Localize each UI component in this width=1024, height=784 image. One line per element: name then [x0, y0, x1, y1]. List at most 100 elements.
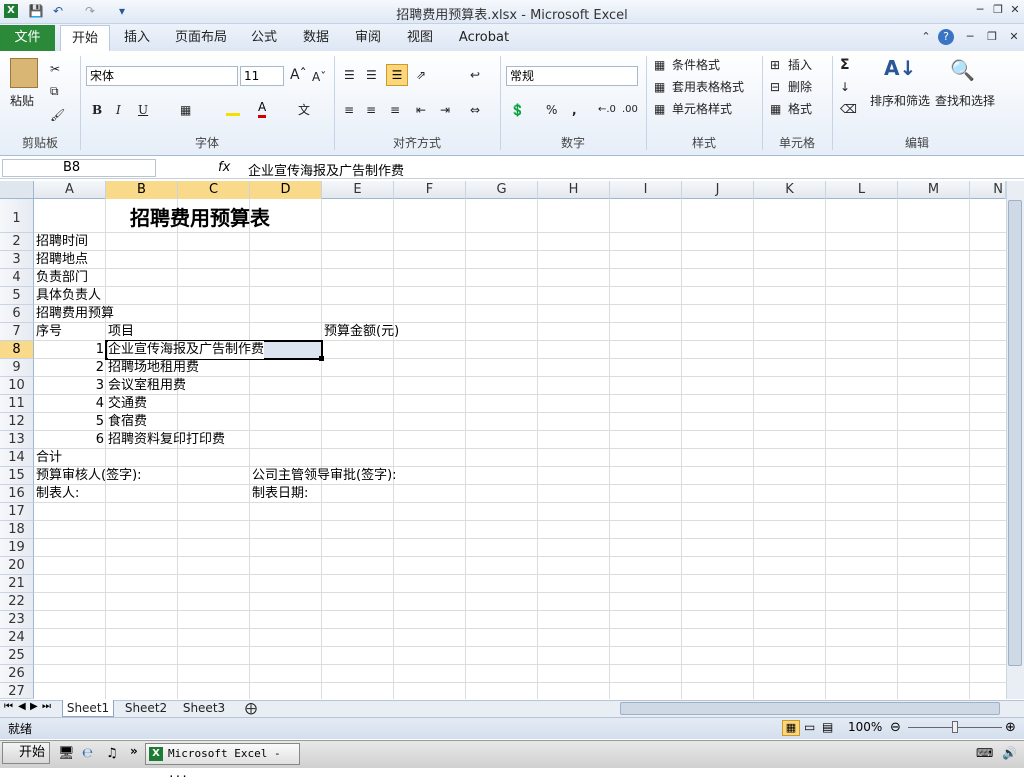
phonetic-icon[interactable]: 文 [298, 101, 310, 119]
page-layout-view-icon[interactable]: ▭ [804, 720, 815, 734]
row-header[interactable]: 1 [0, 199, 34, 233]
cell[interactable]: 预算金额(元) [324, 323, 399, 341]
row-header[interactable]: 22 [0, 593, 34, 611]
zoom-level[interactable]: 100% [848, 720, 882, 734]
cond-format-button[interactable]: 条件格式 [672, 56, 720, 74]
column-header[interactable]: H [538, 181, 610, 199]
sheet-nav-first-icon[interactable]: ⏮ [4, 701, 13, 712]
vertical-scroll-thumb[interactable] [1008, 200, 1022, 666]
insert-function-icon[interactable]: fx [218, 160, 230, 175]
row-header[interactable]: 19 [0, 539, 34, 557]
sheet-tab[interactable]: Sheet2 [120, 700, 172, 717]
zoom-in-icon[interactable]: ⊕ [1005, 720, 1016, 735]
format-painter-icon[interactable]: 🖌 [50, 106, 65, 124]
decrease-decimal-icon[interactable]: .00 [622, 101, 638, 119]
tab-formulas[interactable]: 公式 [244, 25, 284, 51]
sheet-nav-last-icon[interactable]: ⏭ [42, 701, 51, 712]
cell[interactable]: 招聘费用预算 [36, 305, 114, 323]
fill-icon[interactable]: ↓ [840, 78, 850, 96]
accounting-icon[interactable]: 💲 [510, 101, 525, 119]
cell[interactable]: 会议室租用费 [108, 377, 186, 395]
cell[interactable]: 食宿费 [108, 413, 147, 431]
cell[interactable]: 交通费 [108, 395, 147, 413]
column-header[interactable]: C [178, 181, 250, 199]
cell[interactable]: 制表日期: [252, 485, 308, 503]
row-header[interactable]: 12 [0, 413, 34, 431]
tab-insert[interactable]: 插入 [115, 25, 159, 51]
row-header[interactable]: 3 [0, 251, 34, 269]
row-header[interactable]: 8 [0, 341, 34, 359]
cell[interactable]: 公司主管领导审批(签字): [252, 467, 397, 485]
tab-data[interactable]: 数据 [296, 25, 336, 51]
find-select-button[interactable]: 查找和选择 [935, 92, 995, 110]
row-header[interactable]: 15 [0, 467, 34, 485]
tab-view[interactable]: 视图 [400, 25, 440, 51]
sheet-tab[interactable]: Sheet3 [178, 700, 230, 717]
row-header[interactable]: 16 [0, 485, 34, 503]
taskbar-overflow-icon[interactable]: » [130, 744, 138, 758]
speaker-tray-icon[interactable]: 🔊 [1002, 746, 1017, 760]
select-all-corner[interactable] [0, 181, 34, 199]
copy-icon[interactable]: ⧉ [50, 82, 59, 100]
minimize-ribbon-icon[interactable]: ⌃ [918, 30, 934, 44]
column-header[interactable]: M [898, 181, 970, 199]
comma-icon[interactable]: , [572, 101, 577, 119]
new-sheet-icon[interactable]: ⨁ [236, 700, 266, 717]
row-header[interactable]: 4 [0, 269, 34, 287]
sort-filter-button[interactable]: 排序和筛选 [870, 92, 930, 110]
row-header[interactable]: 27 [0, 683, 34, 699]
start-button[interactable]: 开始 [2, 742, 50, 764]
row-header[interactable]: 14 [0, 449, 34, 467]
column-header[interactable]: F [394, 181, 466, 199]
restore-icon[interactable]: ❐ [990, 3, 1006, 17]
workbook-close-icon[interactable]: ✕ [1006, 30, 1022, 44]
align-middle-icon[interactable]: ☰ [366, 66, 377, 84]
sheet-title-cell[interactable]: 招聘费用预算表 [130, 205, 270, 231]
align-right-icon[interactable]: ≡ [390, 101, 400, 119]
row-header[interactable]: 9 [0, 359, 34, 377]
row-header[interactable]: 10 [0, 377, 34, 395]
font-name-select[interactable]: 宋体 [86, 66, 238, 86]
column-header[interactable]: B [106, 181, 178, 199]
shrink-font-icon[interactable]: Aˇ [312, 68, 326, 86]
format-cells-button[interactable]: 格式 [788, 100, 812, 118]
cell[interactable]: 序号 [36, 323, 62, 341]
bold-icon[interactable]: B [92, 101, 102, 119]
taskbar-excel-item[interactable]: Microsoft Excel - ... [145, 743, 300, 780]
fill-handle[interactable] [319, 356, 324, 361]
cell[interactable]: 招聘资料复印打印费 [108, 431, 225, 449]
internet-explorer-icon[interactable]: ℮ [82, 746, 93, 761]
cell[interactable]: 5 [34, 413, 104, 431]
cell[interactable]: 预算审核人(签字): [36, 467, 142, 485]
merge-center-icon[interactable]: ⇔ [470, 101, 480, 119]
orientation-icon[interactable]: ⇗ [416, 66, 426, 84]
cell[interactable]: 4 [34, 395, 104, 413]
active-cell[interactable]: 企业宣传海报及广告制作费 [108, 341, 265, 359]
row-header[interactable]: 21 [0, 575, 34, 593]
close-icon[interactable]: ✕ [1007, 3, 1023, 17]
sheet-tab-active[interactable]: Sheet1 [62, 700, 114, 717]
cell[interactable]: 招聘时间 [36, 233, 88, 251]
row-header[interactable]: 23 [0, 611, 34, 629]
font-size-select[interactable]: 11 [240, 66, 284, 86]
cell[interactable]: 负责部门 [36, 269, 88, 287]
row-header[interactable]: 24 [0, 629, 34, 647]
help-icon[interactable]: ? [938, 29, 954, 45]
column-header[interactable]: L [826, 181, 898, 199]
column-header[interactable]: K [754, 181, 826, 199]
cut-icon[interactable]: ✂ [50, 60, 60, 78]
tab-acrobat[interactable]: Acrobat [452, 25, 516, 51]
row-header[interactable]: 26 [0, 665, 34, 683]
cell[interactable]: 项目 [108, 323, 134, 341]
row-header[interactable]: 6 [0, 305, 34, 323]
cell[interactable]: 2 [34, 359, 104, 377]
column-header[interactable]: A [34, 181, 106, 199]
media-icon[interactable]: ♫ [106, 746, 118, 761]
row-header[interactable]: 7 [0, 323, 34, 341]
cell[interactable]: 具体负责人 [36, 287, 101, 305]
row-header[interactable]: 25 [0, 647, 34, 665]
cell[interactable]: 1 [34, 341, 104, 359]
increase-indent-icon[interactable]: ⇥ [440, 101, 450, 119]
row-header[interactable]: 17 [0, 503, 34, 521]
zoom-slider-thumb[interactable] [952, 721, 958, 733]
